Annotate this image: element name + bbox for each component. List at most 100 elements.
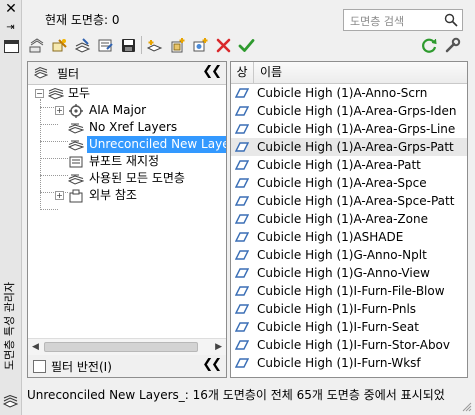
layer-name: Cubicle High (1)I-Furn-File-Blow [257, 284, 445, 298]
group-filter-icon [69, 104, 83, 118]
layer-states-button[interactable] [72, 35, 92, 55]
layer-status-icon [235, 106, 249, 116]
collapse-filter-icon[interactable]: ❮❮ [202, 64, 222, 79]
refresh-icon [421, 38, 437, 53]
filter-panel-header: 필터 ❮❮ [28, 62, 226, 85]
layer-name: Cubicle High (1)A-Anno-Scrn [257, 86, 428, 100]
layer-status-icon [235, 250, 249, 260]
collapse-panel-icon[interactable]: ❮❮ [202, 357, 222, 372]
layer-status-icon [235, 268, 249, 278]
tree-connector [40, 209, 58, 210]
scroll-thumb[interactable] [44, 342, 198, 352]
layer-status-icon [235, 142, 249, 152]
layer-name: Cubicle High (1)A-Area-Grps-Patt [257, 140, 454, 154]
layer-list-panel: 상 이름 Cubicle High (1)A-Anno-Scrn Cubicle … [230, 61, 468, 378]
invert-filter-checkbox[interactable] [33, 360, 46, 373]
filter-horizontal-scrollbar[interactable]: ◀ ▶ [28, 338, 226, 356]
layer-name: Cubicle High (1)A-Area-Grps-Iden [257, 104, 457, 118]
layer-name: Cubicle High (1)ASHADE [257, 230, 404, 244]
tree-item-label: 사용된 모든 도면층 [89, 171, 185, 185]
layer-status-icon [235, 160, 249, 170]
layer-name: Cubicle High (1)A-Area-Patt [257, 158, 421, 172]
xref-icon [69, 189, 83, 203]
new-layer-vp-icon [98, 39, 113, 51]
layer-name: Cubicle High (1)I-Furn-Pnls [257, 302, 417, 316]
new-property-filter-button[interactable] [26, 35, 46, 55]
tree-item-label: No Xref Layers [89, 120, 178, 134]
property-filter-icon [68, 123, 84, 134]
delete-layer-icon [216, 38, 230, 52]
layer-row[interactable]: Cubicle High (1)I-Furn-Stor-Abov [231, 336, 467, 354]
layer-name: Cubicle High (1)G-Anno-Nplt [257, 248, 427, 262]
layer-row[interactable]: Cubicle High (1)G-Anno-View [231, 264, 467, 282]
tree-item-aia-major[interactable]: + AIA Major [28, 102, 226, 119]
layer-row[interactable]: Cubicle High (1)A-Area-Patt [231, 156, 467, 174]
layer-stack-icon [3, 395, 18, 408]
layer-row[interactable]: Cubicle High (1)I-Furn-File-Blow [231, 282, 467, 300]
layer-search-box[interactable] [343, 9, 463, 31]
refresh-button[interactable] [419, 35, 439, 55]
tree-item-no-xref-layers[interactable]: No Xref Layers [28, 119, 226, 136]
layer-row[interactable]: Cubicle High (1)A-Area-Grps-Patt [231, 138, 467, 156]
scroll-right-icon[interactable]: ▶ [215, 342, 222, 352]
new-layer-vp-frozen-button[interactable] [190, 35, 210, 55]
layer-row[interactable]: Cubicle High (1)A-Area-Zone [231, 210, 467, 228]
tree-item-xref[interactable]: + 외부 참조 [28, 187, 226, 204]
delete-layer-button[interactable] [213, 35, 233, 55]
layer-row[interactable]: Cubicle High (1)A-Area-Grps-Line [231, 120, 467, 138]
tree-item-unreconciled-new-layers[interactable]: Unreconciled New Layers [28, 136, 226, 153]
properties-icon[interactable] [4, 40, 19, 53]
layer-status-icon [235, 304, 249, 314]
invert-filter-row: 필터 반전(I) ❮❮ [28, 355, 226, 377]
close-icon[interactable]: ✕ [4, 2, 18, 16]
tree-item-viewport-overrides[interactable]: 뷰포트 재지정 [28, 153, 226, 170]
layer-row[interactable]: Cubicle High (1)I-Furn-Pnls [231, 300, 467, 318]
expand-icon[interactable]: + [55, 191, 64, 200]
filter-panel-title: 필터 [57, 67, 80, 81]
property-filter-icon [68, 140, 84, 151]
new-layer-button[interactable] [144, 35, 164, 55]
column-header-name[interactable]: 이름 [260, 62, 282, 83]
tree-item-label: 뷰포트 재지정 [89, 154, 160, 168]
resize-grip-icon[interactable] [462, 402, 472, 412]
palette-title: 도면층 특성 관리자 [3, 282, 16, 370]
tree-item-label: Unreconciled New Layers [87, 136, 226, 153]
layer-status-icon [235, 322, 249, 332]
layer-search-input[interactable] [348, 11, 448, 31]
invert-filter-label[interactable]: 필터 반전(I) [51, 358, 112, 375]
search-icon[interactable] [444, 13, 458, 27]
layer-row[interactable]: Cubicle High (1)A-Anno-Scrn [231, 84, 467, 102]
tree-item-label: 모두 [68, 86, 91, 100]
layer-status-icon [235, 178, 249, 188]
layer-row[interactable]: Cubicle High (1)I-Furn-Wksf [231, 354, 467, 372]
tree-item-all-used-layers[interactable]: 사용된 모든 도면층 [28, 170, 226, 187]
current-layer-label: 현재 도면층: 0 [45, 13, 120, 27]
new-property-filter-icon [29, 37, 43, 52]
autohide-icon[interactable]: ⇥ [3, 22, 18, 34]
layer-status-icon [235, 340, 249, 350]
layer-states-manager-icon [74, 37, 90, 53]
set-current-button[interactable] [236, 35, 256, 55]
new-layer-frozen-vp-icon [171, 37, 184, 52]
layer-row[interactable]: Cubicle High (1)A-Area-Spce-Patt [231, 192, 467, 210]
layer-row[interactable]: Cubicle High (1)ASHADE [231, 228, 467, 246]
layer-row[interactable]: Cubicle High (1)A-Area-Spce [231, 174, 467, 192]
settings-button[interactable] [442, 35, 462, 55]
layer-row[interactable]: Cubicle High (1)G-Anno-Nplt [231, 246, 467, 264]
layer-row[interactable]: Cubicle High (1)I-Furn-Seat [231, 318, 467, 336]
save-button[interactable] [118, 35, 138, 55]
new-layer-icon [146, 39, 162, 52]
column-header-status[interactable]: 상 [231, 62, 254, 83]
collapse-icon[interactable]: − [35, 89, 44, 98]
layer-name: Cubicle High (1)I-Furn-Stor-Abov [257, 338, 451, 352]
layer-status-icon [235, 286, 249, 296]
expand-icon[interactable]: + [55, 106, 64, 115]
tree-item-label: 외부 참조 [89, 188, 137, 202]
new-layer-vp-button[interactable] [95, 35, 115, 55]
tree-item-all[interactable]: − 모두 [28, 85, 226, 102]
layer-list-header: 상 이름 [231, 62, 467, 84]
layer-row[interactable]: Cubicle High (1)A-Area-Grps-Iden [231, 102, 467, 120]
new-group-filter-button[interactable] [49, 35, 69, 55]
new-layer-frozen-vp-button[interactable] [167, 35, 187, 55]
scroll-left-icon[interactable]: ◀ [32, 342, 39, 352]
